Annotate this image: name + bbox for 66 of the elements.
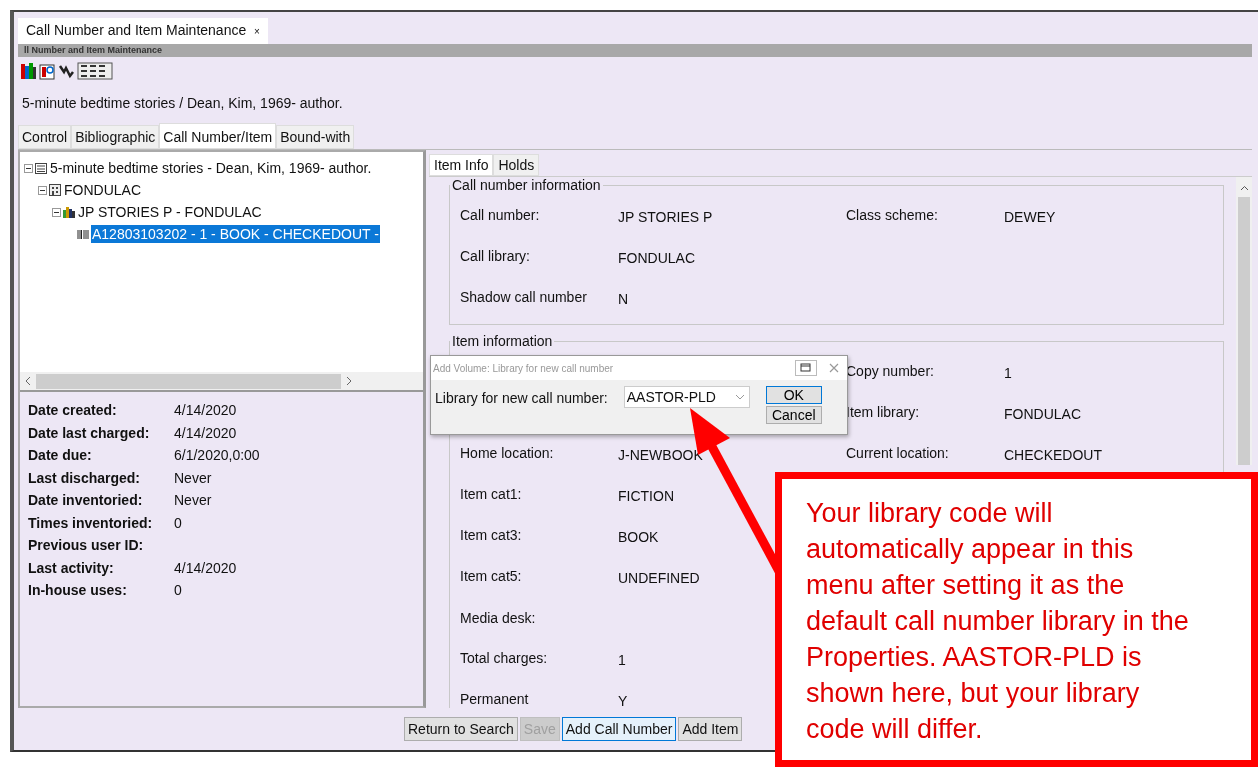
field-value: UNDEFINED (618, 569, 700, 586)
field-label: Times inventoried: (28, 514, 154, 531)
field-value: 1 (1004, 364, 1012, 381)
field-value: 4/14/2020 (174, 402, 237, 419)
field-label: Total charges: (460, 649, 549, 668)
field-label: Home location: (460, 444, 555, 463)
tree-item[interactable]: FONDULAC (63, 181, 142, 199)
dialog-title: Add Volume: Library for new call number (433, 362, 615, 374)
action-button[interactable]: Return to Search (404, 717, 518, 741)
field-label: Shadow call number (460, 288, 588, 307)
field-value: Never (174, 492, 212, 509)
field-label: Date created: (28, 402, 118, 419)
tab[interactable]: Bound-with (276, 125, 355, 149)
field-label: Call library: (460, 247, 531, 266)
field-label: Date inventoried: (28, 492, 144, 509)
field-value: BOOK (618, 528, 659, 545)
field-value: Never (174, 469, 212, 486)
field-label: Library for new call number: (435, 390, 608, 406)
field-value: FICTION (618, 487, 674, 504)
record-title: 5-minute bedtime stories / Dean, Kim, 1969- author. (21, 94, 344, 113)
field-label: Current location: (846, 444, 950, 463)
field-label: Class scheme: (846, 206, 939, 225)
field-value: 1 (618, 651, 626, 668)
field-label: Item cat5: (460, 567, 523, 586)
library-dropdown[interactable]: AASTOR-PLD (623, 386, 750, 408)
document-tab[interactable]: Call Number and Item Maintenance × (18, 18, 268, 44)
field-label: Permanent (460, 690, 530, 708)
field-value: 0 (174, 582, 182, 599)
field-value: 4/14/2020 (174, 424, 237, 441)
tab[interactable]: Call Number/Item (159, 123, 277, 149)
field-value: JP STORIES P (618, 208, 713, 225)
field-value: J-NEWBOOK (618, 446, 703, 463)
group-title: Item information (451, 333, 554, 349)
tab[interactable]: Item Info (429, 154, 494, 176)
field-label: Item cat1: (460, 485, 523, 504)
field-value: Y (618, 692, 628, 708)
tab[interactable]: Bibliographic (71, 125, 160, 149)
dialog-button[interactable]: Cancel (765, 406, 822, 424)
dialog-button[interactable]: OK (765, 386, 822, 404)
field-value: N (618, 290, 629, 307)
field-label: Item cat3: (460, 526, 523, 545)
tree-item[interactable]: JP STORIES P - FONDULAC (77, 203, 263, 221)
action-button[interactable]: Add Item (678, 717, 743, 741)
field-label: In-house uses: (28, 582, 128, 599)
tree-item[interactable]: 5-minute bedtime stories - Dean, Kim, 1969- author. (49, 159, 373, 177)
field-label: Last activity: (28, 559, 115, 576)
action-button[interactable]: Add Call Number (561, 717, 677, 741)
field-value: 4/14/2020 (174, 559, 237, 576)
tab[interactable]: Control (18, 125, 72, 149)
field-label: Media desk: (460, 609, 537, 626)
field-value: 0 (174, 514, 182, 531)
field-value: FONDULAC (1004, 405, 1081, 422)
tab[interactable]: Holds (493, 154, 540, 176)
field-value: DEWEY (1004, 208, 1056, 225)
field-label: Last discharged: (28, 469, 142, 486)
callout-note: Your library code will automatically appear in this menu after setting it as the default call number library in the Properties. AASTOR-PLD is shown here, but your library code will differ. (775, 472, 1258, 767)
tree-item[interactable]: A12803103202 - 1 - BOOK - CHECKEDOUT - (91, 225, 380, 243)
field-value: CHECKEDOUT (1004, 446, 1102, 463)
field-value: 6/1/2020,0:00 (174, 447, 260, 464)
field-value: FONDULAC (618, 249, 695, 266)
group-title: Call number information (451, 177, 602, 193)
field-label: Previous user ID: (28, 537, 145, 554)
frame-title: ll Number and Item Maintenance (24, 45, 163, 56)
field-label: Date due: (28, 447, 93, 464)
field-label: Date last charged: (28, 424, 151, 441)
field-label: Call number: (460, 206, 541, 225)
